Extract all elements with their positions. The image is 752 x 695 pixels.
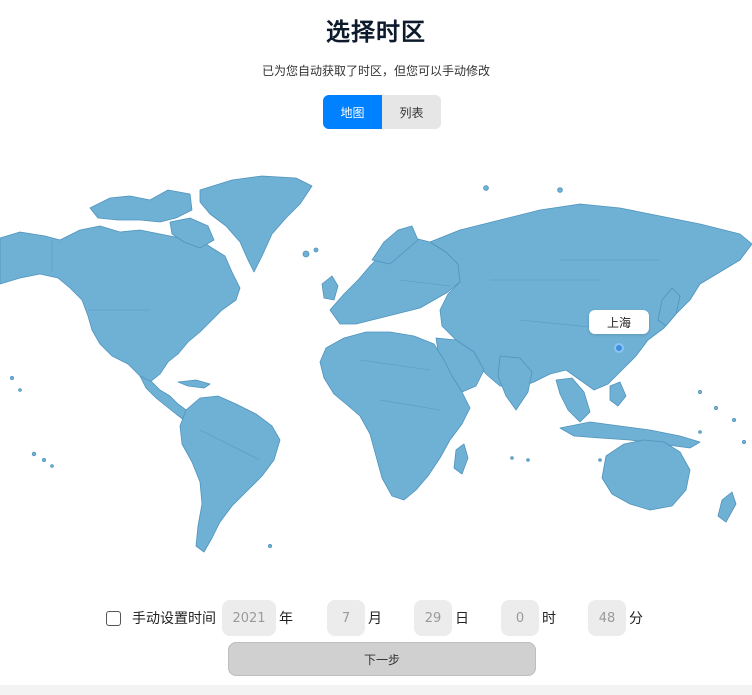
hour-unit: 时 [542, 611, 556, 627]
day-input[interactable]: 29 [414, 600, 452, 636]
uk [321, 275, 339, 301]
selected-city-tooltip: 上海 [589, 310, 649, 334]
madagascar [453, 443, 469, 475]
year-input[interactable]: 2021 [222, 600, 276, 636]
list-tab[interactable]: 列表 [382, 95, 441, 129]
hour-input[interactable]: 0 [501, 600, 539, 636]
manual-time-checkbox[interactable] [106, 610, 121, 626]
minute-input[interactable]: 48 [588, 600, 626, 636]
page-title: 选择时区 [326, 18, 426, 46]
minute-unit: 分 [629, 611, 643, 627]
philippines [609, 381, 627, 407]
canadian-archipelago [89, 189, 193, 223]
view-toggle: 地图 列表 [323, 95, 441, 129]
year-unit: 年 [279, 611, 293, 627]
south-america [179, 395, 281, 553]
map-tab[interactable]: 地图 [323, 95, 382, 129]
next-button[interactable]: 下一步 [228, 642, 536, 676]
day-unit: 日 [455, 611, 469, 627]
bottom-bar [0, 685, 752, 695]
location-pin-icon[interactable] [614, 343, 624, 353]
southeast-asia [555, 377, 591, 423]
manual-time-label: 手动设置时间 [132, 611, 216, 627]
world-map[interactable] [0, 160, 752, 560]
australia [601, 439, 691, 511]
month-unit: 月 [368, 611, 382, 627]
new-zealand [717, 491, 737, 523]
timezone-page: 选择时区 已为您自动获取了时区，但您可以手动修改 地图 列表 上海 手动设置时间… [0, 0, 752, 695]
page-subtitle: 已为您自动获取了时区，但您可以手动修改 [261, 64, 490, 78]
month-input[interactable]: 7 [327, 600, 365, 636]
caribbean [177, 379, 211, 389]
north-america [0, 225, 241, 383]
manual-time-row: 手动设置时间 2021 年 7 月 29 日 0 时 48 分 [106, 600, 643, 636]
